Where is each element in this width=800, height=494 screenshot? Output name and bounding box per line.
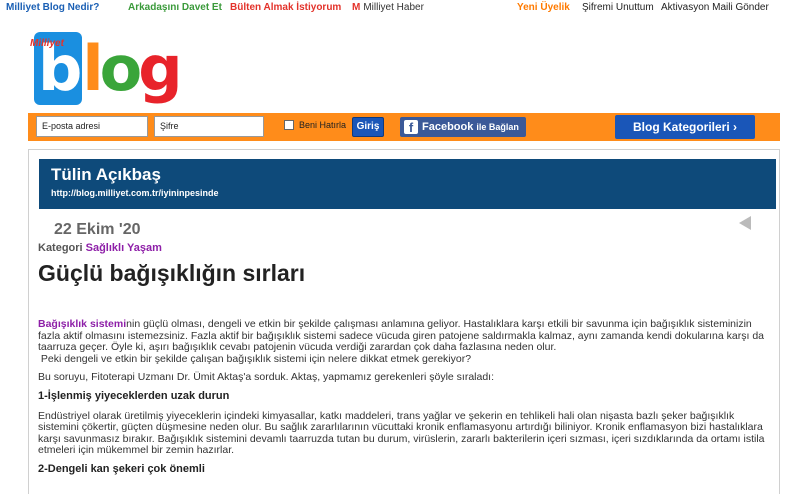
facebook-suffix: ile Bağlan [476,122,519,132]
remember-me[interactable]: Beni Hatırla [284,120,346,130]
milliyet-icon: M [352,2,361,13]
blog-categories-button[interactable]: Blog Kategorileri › [615,115,755,139]
login-bar: E-posta adresi Şifre Beni Hatırla Giriş … [28,113,780,141]
post-date: 22 Ekim '20 [54,221,141,238]
previous-arrow-icon[interactable] [739,216,751,230]
paragraph-3: Endüstriyel olarak üretilmiş yiyecekleri… [38,409,765,457]
category-link[interactable]: Sağlıklı Yaşam [86,242,162,254]
link-new-membership[interactable]: Yeni Üyelik [517,2,570,13]
logo-brand: Milliyet [30,38,64,49]
heading-1: 1-İşlenmiş yiyeceklerden uzak durun [38,389,230,402]
post-body: Bağışıklık sisteminin güçlü olması, deng… [38,318,768,484]
link-send-activation[interactable]: Aktivasyon Maili Gönder [661,2,769,13]
link-milliyet-haber-label: Milliyet Haber [363,2,424,13]
remember-label: Beni Hatırla [299,120,347,130]
post-category: Kategori Sağlıklı Yaşam [38,242,162,254]
blog-header: Tülin Açıkbaş http://blog.milliyet.com.t… [39,159,776,209]
blog-author-name[interactable]: Tülin Açıkbaş [51,165,161,185]
post-title: Güçlü bağışıklığın sırları [38,260,306,286]
remember-checkbox[interactable] [284,120,294,130]
top-links-bar: Milliyet Blog Nedir? Arkadaşını Davet Et… [0,0,800,16]
link-forgot-password[interactable]: Şifremi Unuttum [582,2,654,13]
facebook-label: Facebook [422,121,474,133]
intro-paragraph: Bağışıklık sisteminin güçlü olması, deng… [38,318,768,365]
email-input[interactable]: E-posta adresi [36,116,148,137]
facebook-connect-button[interactable]: f Facebook ile Bağlan [400,117,526,137]
login-button[interactable]: Giriş [352,117,384,137]
milliyet-blog-logo[interactable]: blog Milliyet [26,32,186,108]
intro-question: Peki dengeli ve etkin bir şekilde çalışa… [40,352,472,365]
paragraph-2: Bu soruyu, Fitoterapi Uzmanı Dr. Ümit Ak… [38,371,495,384]
heading-2: 2-Dengeli kan şekeri çok önemli [38,462,205,475]
link-newsletter[interactable]: Bülten Almak İstiyorum [230,2,341,13]
facebook-icon: f [404,120,418,135]
category-label: Kategori [38,242,83,254]
link-milliyet-haber[interactable]: M Milliyet Haber [352,2,424,13]
password-input[interactable]: Şifre [154,116,264,137]
link-milliyet-blog-nedir[interactable]: Milliyet Blog Nedir? [6,2,99,13]
intro-text: nin güçlü olması, dengeli ve etkin bir ş… [38,318,765,354]
link-invite-friend[interactable]: Arkadaşını Davet Et [128,2,222,13]
blog-url[interactable]: http://blog.milliyet.com.tr/iyininpesind… [51,188,219,198]
immune-system-link[interactable]: Bağışıklık sistemi [38,318,126,330]
